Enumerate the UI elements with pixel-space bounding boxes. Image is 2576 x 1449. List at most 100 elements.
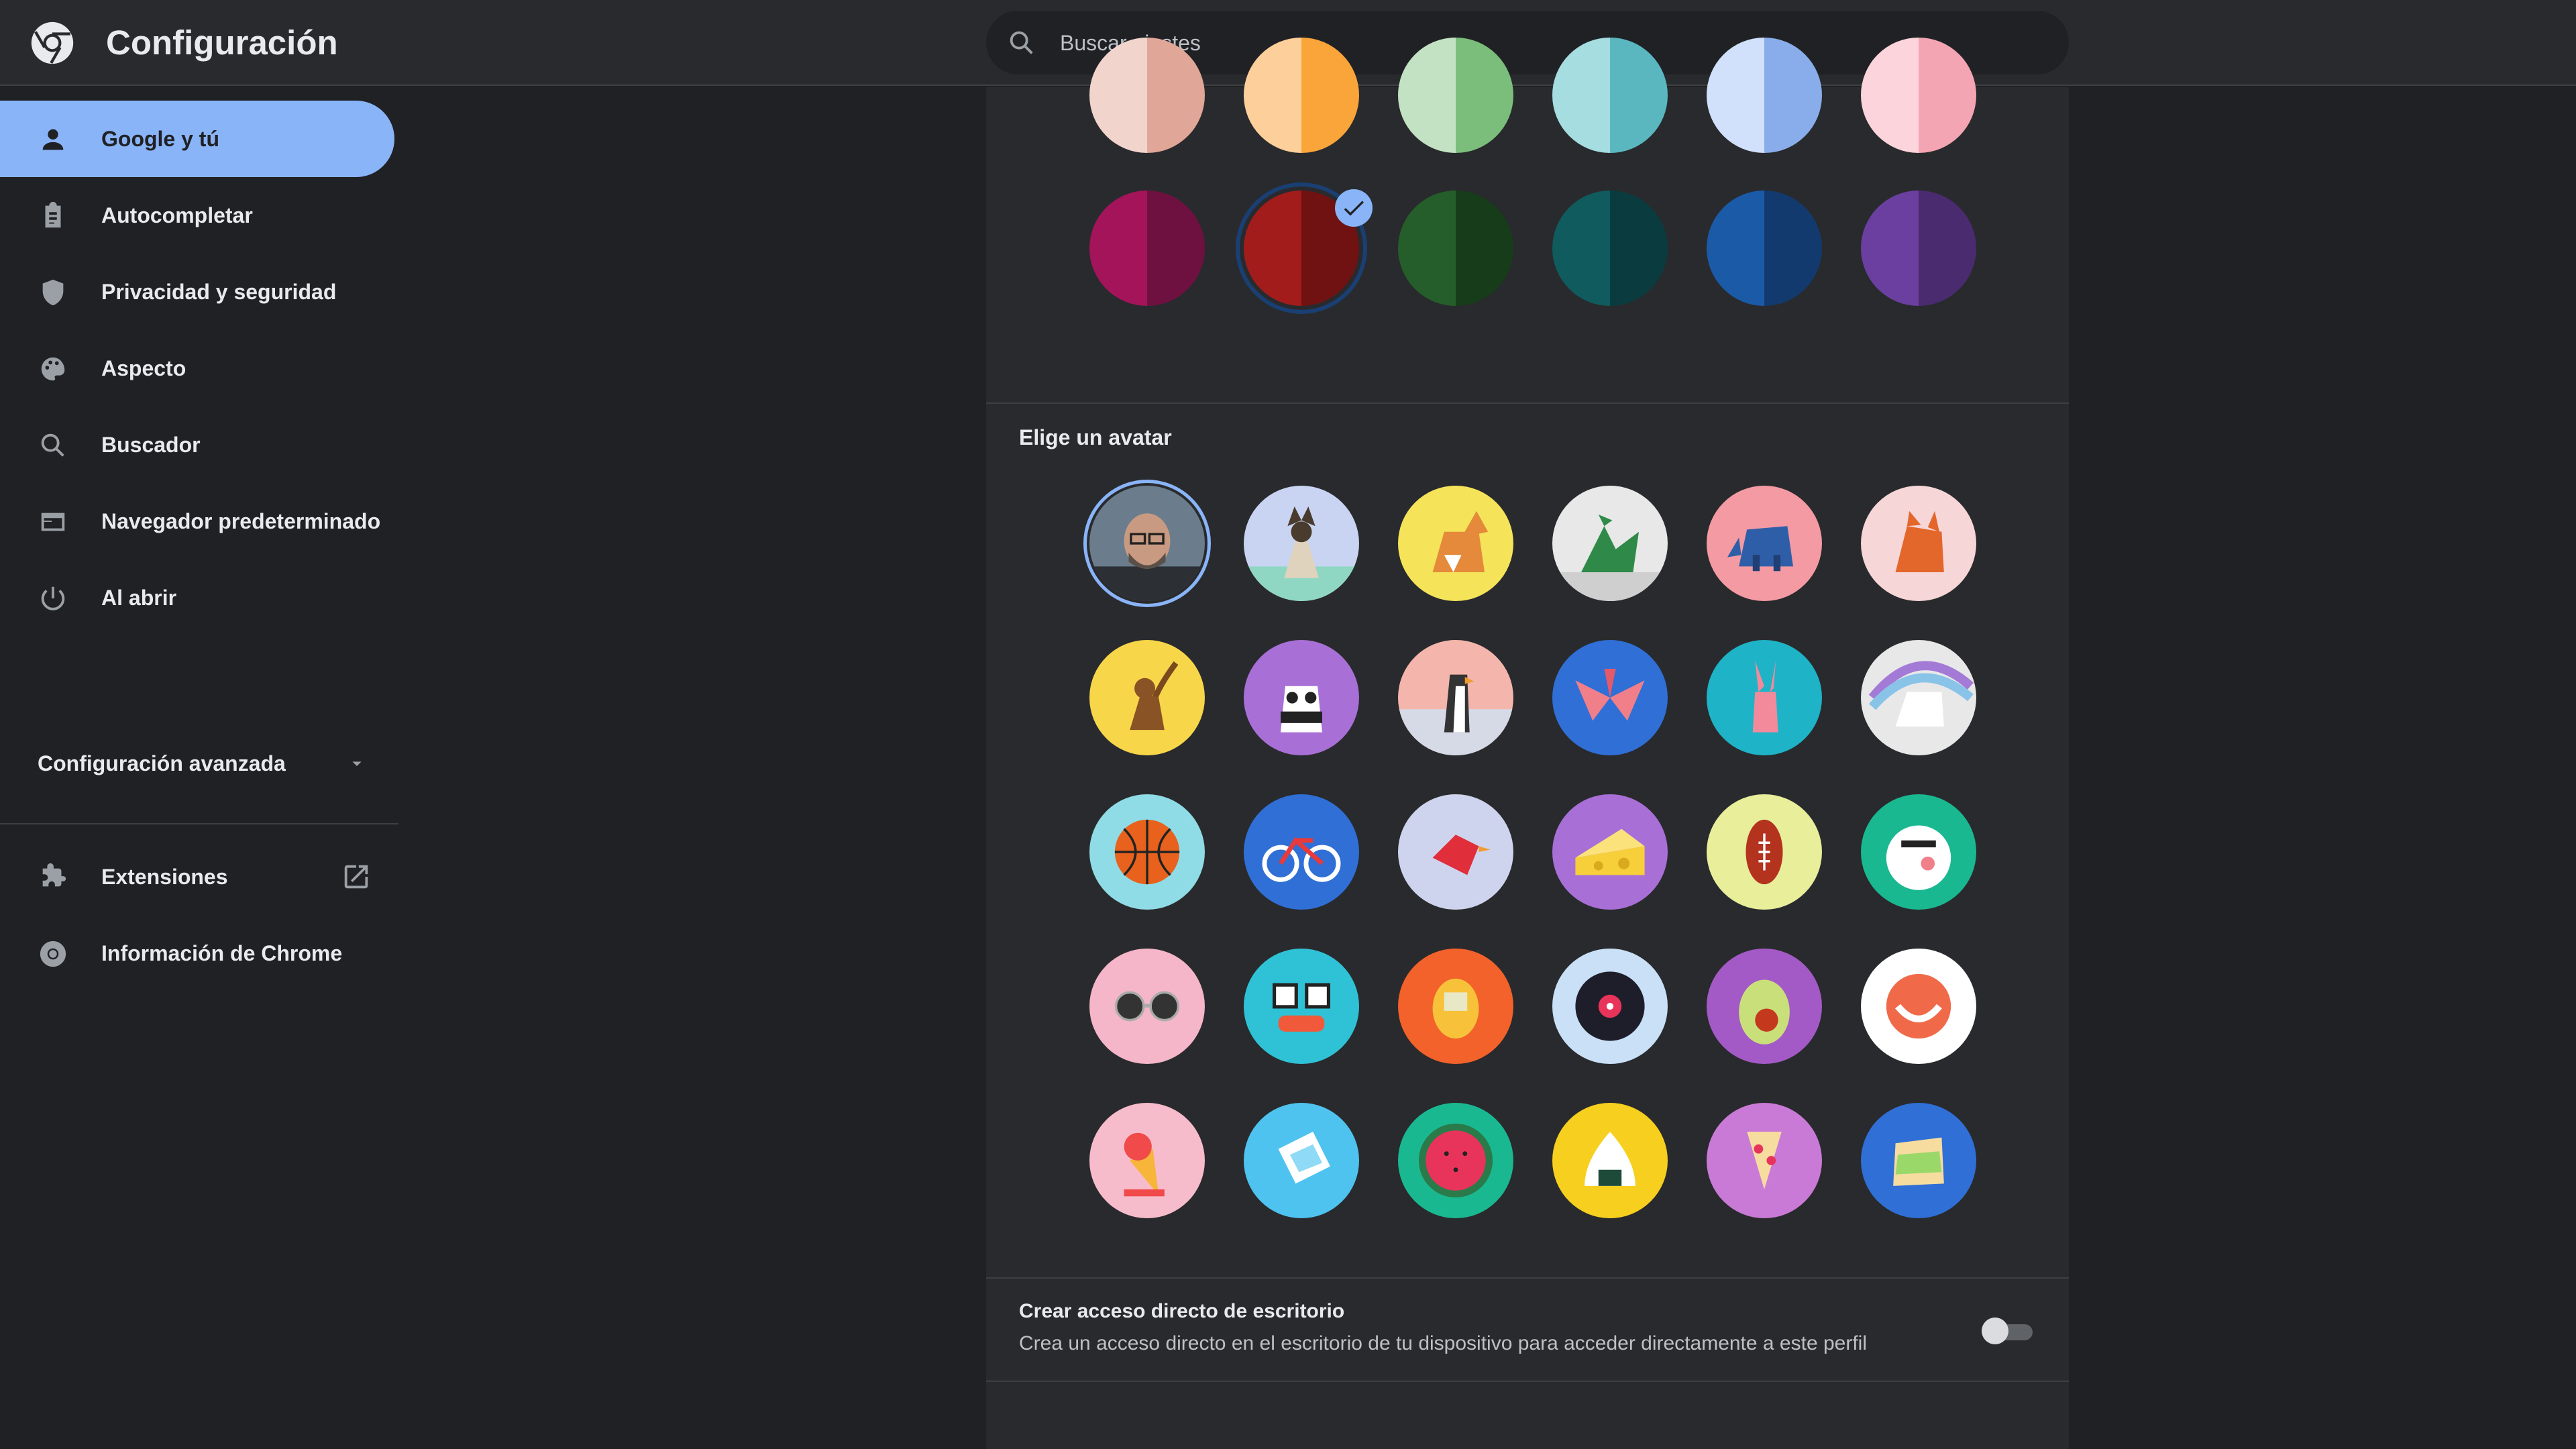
sidebar-item-autocompletar[interactable]: Autocompletar [0,177,394,254]
bicycle-avatar[interactable] [1244,794,1359,910]
theme-color-swatch[interactable] [1552,191,1668,306]
swatch-half [1919,191,1976,306]
avatar-section-title: Elige un avatar [1019,425,1172,449]
swatch-half [1147,191,1205,306]
profile-card: Elige un avatar Crear acceso directo de … [986,38,2069,1449]
basketball-avatar[interactable] [1089,794,1205,910]
shield-icon [38,277,68,308]
theme-color-swatch[interactable] [1707,38,1822,153]
cat-avatar[interactable] [1244,486,1359,601]
sidebar-item-label: Al abrir [101,586,177,610]
clipboard-icon [38,201,68,231]
open-in-new-icon [344,865,368,889]
tape-avatar[interactable] [1244,1103,1359,1218]
swatch-half [1861,38,1919,153]
fox-avatar[interactable] [1861,486,1976,601]
sushi-avatar[interactable] [1244,949,1359,1064]
tamagotchi-avatar[interactable] [1398,949,1513,1064]
chrome-logo-icon [31,21,74,64]
sunglasses-avatar[interactable] [1089,949,1205,1064]
butterfly-avatar[interactable] [1552,640,1668,755]
unicorn-avatar[interactable] [1861,640,1976,755]
sidebar-item-informacion-chrome[interactable]: Información de Chrome [0,915,394,991]
smile-avatar[interactable] [1861,949,1976,1064]
chevron-down-icon [352,761,362,766]
puzzle-icon [38,862,68,893]
shortcut-toggle[interactable] [1982,1316,2035,1346]
sidebar-item-privacidad[interactable]: Privacidad y seguridad [0,254,394,330]
penguin-avatar[interactable] [1398,640,1513,755]
football-avatar[interactable] [1707,794,1822,910]
power-icon [38,583,68,614]
theme-color-swatch[interactable] [1552,38,1668,153]
sidebar: Google y tú Autocompletar Privacidad y s… [0,87,402,1449]
shortcut-title: Crear acceso directo de escritorio [1019,1300,1345,1322]
advanced-settings-toggle[interactable]: Configuración avanzada [38,737,373,790]
watermelon-avatar[interactable] [1398,1103,1513,1218]
sidebar-item-label: Autocompletar [101,203,253,227]
dragon-avatar[interactable] [1552,486,1668,601]
swatch-half [1456,191,1513,306]
swatch-half [1919,38,1976,153]
theme-color-swatch[interactable] [1398,191,1513,306]
sidebar-item-extensiones[interactable]: Extensiones [0,839,394,915]
swatch-half [1764,38,1822,153]
theme-color-swatch[interactable] [1707,191,1822,306]
palette-icon [38,354,68,384]
section-divider [986,1277,2069,1279]
shortcut-description: Crea un acceso directo en el escritorio … [1019,1332,1867,1354]
swatch-half [1610,38,1668,153]
swatch-half [1861,191,1919,306]
theme-color-swatch[interactable] [1398,38,1513,153]
rabbit-avatar[interactable] [1707,640,1822,755]
swatch-half [1764,191,1822,306]
chrome-icon [38,938,68,969]
sidebar-item-label: Privacidad y seguridad [101,280,337,304]
swatch-half [1089,191,1147,306]
sidebar-item-google-y-tu[interactable]: Google y tú [0,101,394,177]
avocado-avatar[interactable] [1707,949,1822,1064]
sidebar-divider [0,823,398,824]
sidebar-item-buscador[interactable]: Buscador [0,407,394,483]
person-icon [38,124,68,155]
search-icon [1010,31,1033,54]
icecream-avatar[interactable] [1089,1103,1205,1218]
theme-color-swatch[interactable] [1244,38,1359,153]
sidebar-item-label: Extensiones [101,865,228,889]
monkey-avatar[interactable] [1089,640,1205,755]
cheese-avatar[interactable] [1552,794,1668,910]
theme-color-swatch[interactable] [1861,38,1976,153]
page-title: Configuración [106,23,338,62]
selected-avatar-ring [1083,480,1211,607]
sidebar-item-aspecto[interactable]: Aspecto [0,330,394,407]
sandwich-avatar[interactable] [1861,1103,1976,1218]
swatch-half [1398,191,1456,306]
ramen-avatar[interactable] [1861,794,1976,910]
section-divider [986,1381,2069,1382]
advanced-settings-label: Configuración avanzada [38,751,286,775]
sidebar-item-al-abrir[interactable]: Al abrir [0,559,394,636]
panda-avatar[interactable] [1244,640,1359,755]
swatch-half [1707,38,1764,153]
pizza-avatar[interactable] [1707,1103,1822,1218]
sidebar-item-label: Aspecto [101,356,186,380]
theme-color-swatch[interactable] [1089,38,1205,153]
theme-color-swatch[interactable] [1861,191,1976,306]
toggle-knob [1982,1318,2008,1344]
swatch-half [1456,38,1513,153]
elephant-avatar[interactable] [1707,486,1822,601]
onigiri-avatar[interactable] [1552,1103,1668,1218]
search-icon [38,430,68,461]
swatch-half [1398,38,1456,153]
swatch-half [1552,38,1610,153]
section-divider [986,402,2069,404]
vinyl-avatar[interactable] [1552,949,1668,1064]
sidebar-item-label: Navegador predeterminado [101,509,381,533]
sidebar-item-navegador[interactable]: Navegador predeterminado [0,483,394,559]
theme-color-swatch[interactable] [1089,191,1205,306]
swatch-half [1244,38,1301,153]
swatch-half [1610,191,1668,306]
bird-avatar[interactable] [1398,794,1513,910]
swatch-half [1552,191,1610,306]
corgi-avatar[interactable] [1398,486,1513,601]
